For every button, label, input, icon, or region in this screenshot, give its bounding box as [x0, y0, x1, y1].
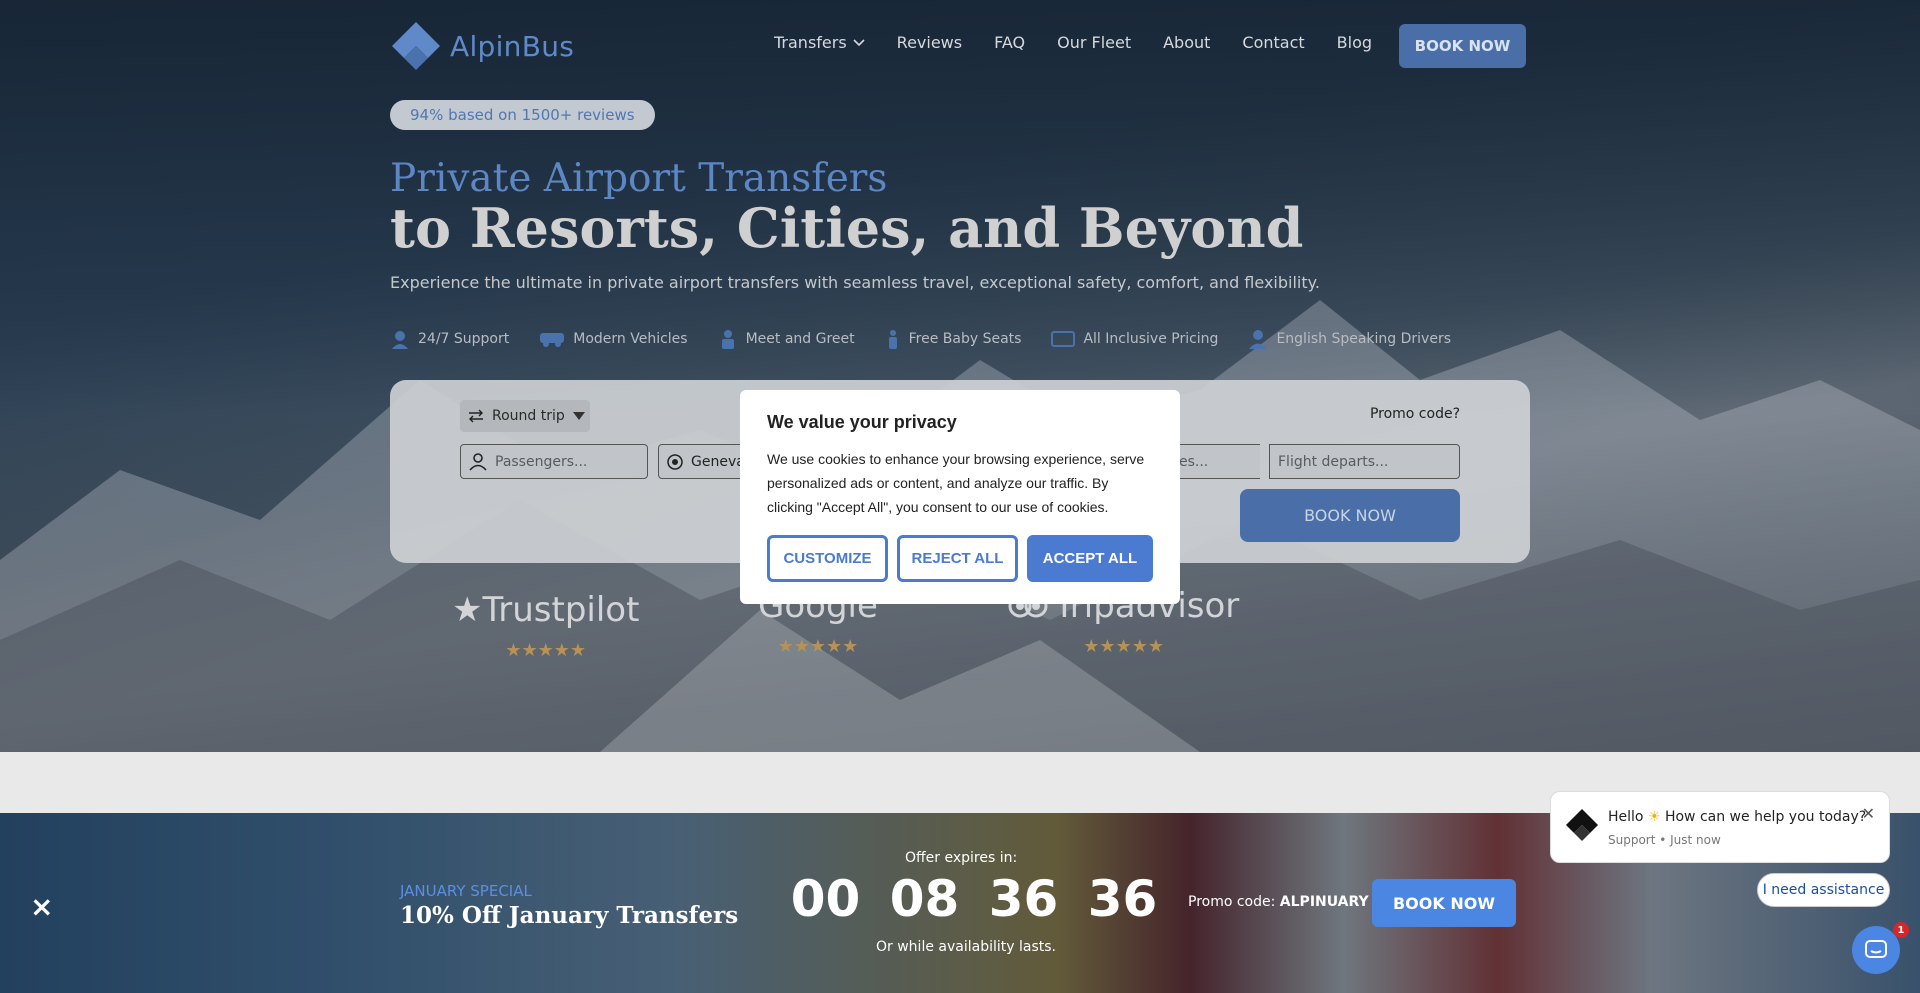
promo-code-text: Promo code: ALPINUARY	[1188, 894, 1369, 910]
nav-item-our-fleet[interactable]: Our Fleet	[1057, 33, 1131, 52]
timer-minutes: 36	[988, 870, 1059, 928]
person-icon	[469, 452, 487, 471]
booking-book-now-button[interactable]: BOOK NOW	[1240, 489, 1460, 542]
support-agent-icon	[392, 331, 408, 349]
promo-code-link[interactable]: Promo code?	[1370, 406, 1460, 422]
timer-seconds: 36	[1087, 870, 1158, 928]
timer-hours: 08	[889, 870, 960, 928]
passengers-input[interactable]: Passengers...	[460, 444, 648, 479]
feature-item: 24/7 Support	[390, 329, 509, 349]
feature-label: Modern Vehicles	[573, 331, 688, 347]
hero-subtitle: Experience the ultimate in private airpo…	[390, 273, 1320, 292]
nav-item-transfers[interactable]: Transfers	[774, 33, 865, 52]
flight-departs-input[interactable]: Flight departs...	[1269, 444, 1460, 479]
nav-label: Transfers	[774, 33, 847, 52]
accept-all-button[interactable]: ACCEPT ALL	[1027, 535, 1153, 582]
trip-type-value: Round trip	[492, 408, 565, 424]
feature-label: 24/7 Support	[418, 331, 510, 347]
main-menu: Transfers Reviews FAQ Our Fleet About Co…	[774, 33, 1372, 52]
flight-departs-placeholder: Flight departs...	[1278, 453, 1389, 470]
feature-label: All Inclusive Pricing	[1083, 331, 1219, 347]
location-target-icon	[667, 453, 683, 470]
nav-item-blog[interactable]: Blog	[1337, 33, 1372, 52]
rating-pill: 94% based on 1500+ reviews	[390, 100, 655, 130]
feature-item: Modern Vehicles	[539, 329, 688, 349]
offer-expires-label: Offer expires in:	[905, 850, 1018, 866]
customize-button[interactable]: CUSTOMIZE	[767, 535, 888, 582]
countdown-timer: 00 08 36 36	[776, 870, 1172, 928]
mountain-background	[0, 300, 1920, 752]
trip-type-select[interactable]: Round trip	[460, 400, 590, 432]
unread-badge: 1	[1893, 922, 1909, 938]
cookie-consent-dialog: We value your privacy We use cookies to …	[740, 390, 1180, 604]
promo-headline: 10% Off January Transfers	[400, 902, 739, 929]
feature-label: Free Baby Seats	[908, 331, 1022, 347]
rating-stars: ★★★★★	[1083, 636, 1164, 657]
price-tag-icon	[1051, 331, 1076, 347]
need-assistance-button[interactable]: I need assistance	[1757, 873, 1890, 907]
banner-book-now-button[interactable]: BOOK NOW	[1372, 879, 1516, 927]
from-location-input[interactable]: Geneva	[658, 444, 748, 479]
alpinbus-logo-icon	[392, 22, 440, 70]
from-location-value: Geneva	[691, 453, 745, 470]
brand-logo[interactable]: AlpinBus	[390, 20, 574, 72]
chat-message-suffix: How can we help you today?	[1664, 809, 1867, 825]
promo-code-prefix: Promo code:	[1188, 894, 1276, 910]
trustpilot-logo: ★Trustpilot	[452, 590, 639, 630]
flight-arrives-input[interactable]: es...	[1170, 444, 1260, 479]
flight-arrives-placeholder: es...	[1179, 453, 1209, 470]
feature-list: 24/7 Support Modern Vehicles Meet and Gr…	[390, 329, 1451, 349]
chat-popup[interactable]: Hello ☀ How can we help you today? Suppo…	[1550, 791, 1890, 863]
chat-message: Hello ☀ How can we help you today?	[1608, 809, 1866, 825]
feature-item: Free Baby Seats	[885, 329, 1022, 349]
hero-section: AlpinBus Transfers Reviews FAQ Our Fleet…	[0, 0, 1920, 752]
chat-message-prefix: Hello	[1608, 809, 1644, 825]
hero-title-line2: to Resorts, Cities, and Beyond	[390, 196, 1304, 260]
promo-code-value: ALPINUARY	[1279, 894, 1369, 910]
feature-item: All Inclusive Pricing	[1051, 329, 1218, 349]
timer-days: 00	[790, 870, 861, 928]
feature-label: English Speaking Drivers	[1276, 331, 1452, 347]
nav-item-reviews[interactable]: Reviews	[897, 33, 962, 52]
feature-item: English Speaking Drivers	[1248, 329, 1451, 349]
chat-bubble-icon	[1865, 940, 1887, 958]
chevron-down-icon	[853, 38, 865, 46]
close-banner-icon[interactable]: ×	[30, 890, 53, 923]
rating-stars: ★★★★★	[505, 640, 587, 661]
baby-seat-icon	[888, 330, 897, 349]
van-icon	[540, 333, 565, 347]
header-book-now-button[interactable]: BOOK NOW	[1399, 24, 1526, 68]
review-site-name: Trustpilot	[482, 590, 640, 630]
swap-arrows-icon	[469, 409, 483, 423]
availability-note: Or while availability lasts.	[876, 939, 1056, 955]
feature-label: Meet and Greet	[745, 331, 855, 347]
top-nav: AlpinBus Transfers Reviews FAQ Our Fleet…	[390, 22, 1526, 70]
nav-item-faq[interactable]: FAQ	[994, 33, 1025, 52]
cookie-body: We use cookies to enhance your browsing …	[767, 451, 1145, 515]
chat-meta: Support • Just now	[1608, 833, 1721, 847]
promo-kicker: JANUARY SPECIAL	[400, 882, 532, 900]
caret-down-icon	[572, 412, 585, 420]
reject-all-button[interactable]: REJECT ALL	[897, 535, 1018, 582]
sun-emoji-icon: ☀	[1647, 809, 1661, 825]
feature-item: Meet and Greet	[718, 329, 855, 349]
driver-icon	[1249, 330, 1268, 349]
rating-stars: ★★★★★	[777, 636, 859, 657]
close-chat-icon[interactable]: ✕	[1862, 804, 1875, 823]
cookie-title: We value your privacy	[767, 412, 957, 432]
brand-name: AlpinBus	[450, 29, 575, 63]
nav-item-contact[interactable]: Contact	[1242, 33, 1304, 52]
alpinbus-chat-logo-icon	[1566, 809, 1598, 841]
star-icon: ★	[452, 590, 483, 630]
handshake-icon	[721, 330, 734, 349]
cookie-actions: CUSTOMIZE REJECT ALL ACCEPT ALL	[767, 535, 1153, 582]
hero-title-line1: Private Airport Transfers	[390, 156, 888, 201]
passengers-placeholder: Passengers...	[495, 453, 588, 470]
nav-item-about[interactable]: About	[1163, 33, 1210, 52]
review-trustpilot[interactable]: ★Trustpilot ★★★★★	[452, 590, 639, 661]
